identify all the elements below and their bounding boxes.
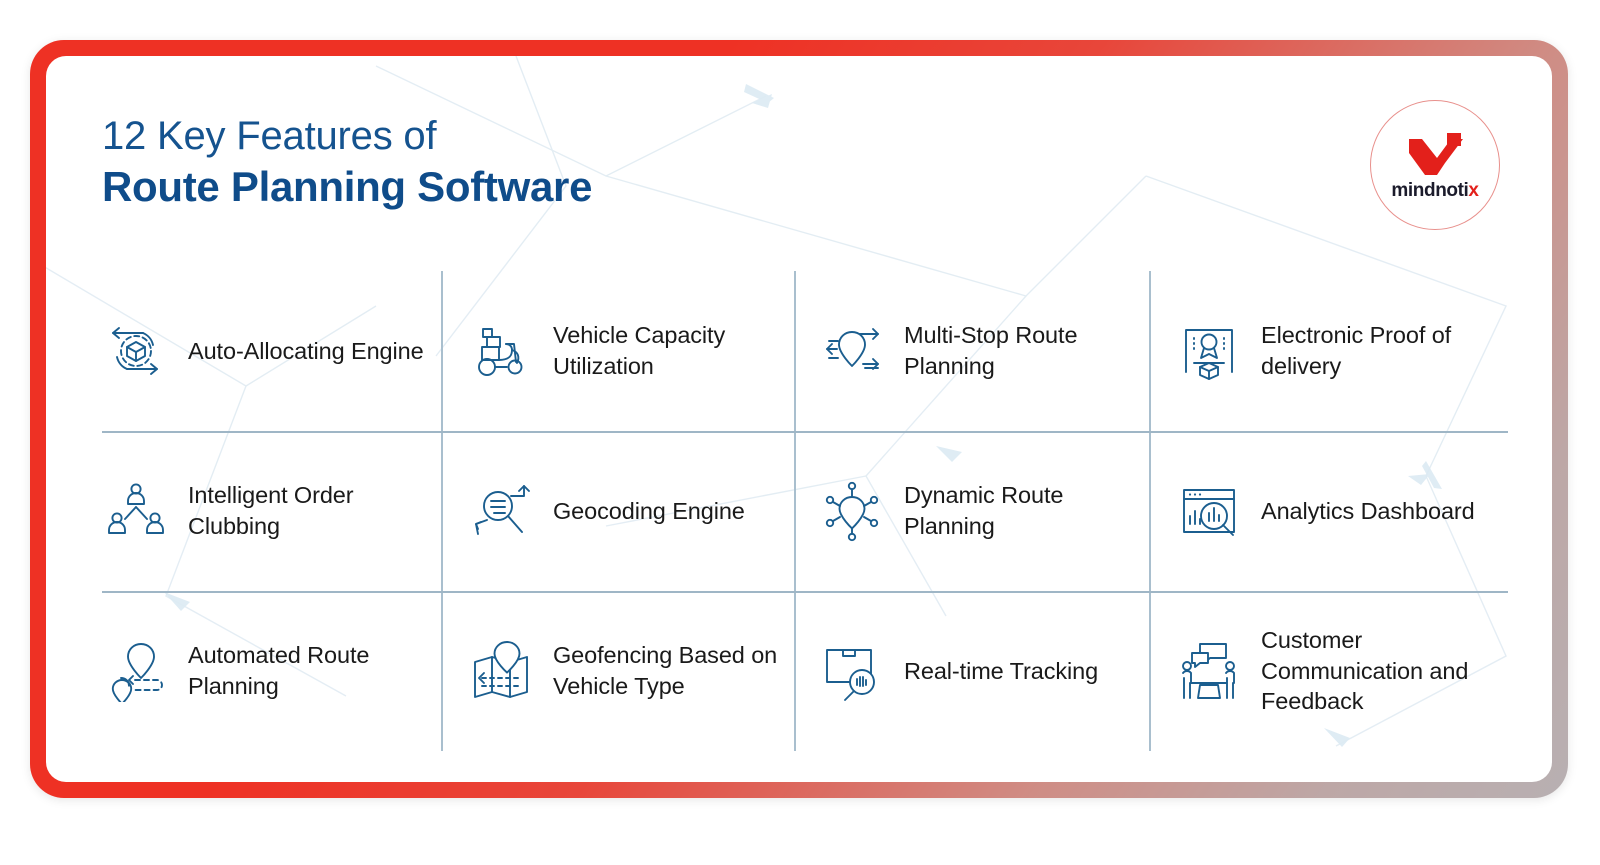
feature-item-vehicle-capacity-utilization[interactable]: Vehicle Capacity Utilization [441,271,794,431]
infographic-root: 12 Key Features of Route Planning Softwa… [0,0,1600,865]
feature-item-multi-stop-route-planning[interactable]: Multi-Stop Route Planning [794,271,1149,431]
two-pins-dashed-path-icon [102,637,170,705]
feature-item-customer-communication-and-feedback[interactable]: Customer Communication and Feedback [1149,591,1508,751]
feature-item-intelligent-order-clubbing[interactable]: Intelligent Order Clubbing [102,431,441,591]
feature-label: Intelligent Order Clubbing [188,482,354,539]
gear-box-arrows-icon [102,317,170,385]
people-speech-bubbles-icon [1175,637,1243,705]
feature-label: Geofencing Based on Vehicle Type [553,642,778,699]
feature-item-automated-route-planning[interactable]: Automated Route Planning [102,591,441,751]
folded-map-pin-icon [467,637,535,705]
title-line-secondary: Route Planning Software [102,162,593,210]
magnifier-arrows-icon [467,477,535,545]
feature-label: Multi-Stop Route Planning [904,322,1078,379]
feature-label: Electronic Proof of delivery [1261,322,1452,379]
feature-item-geocoding-engine[interactable]: Geocoding Engine [441,431,794,591]
infographic-canvas: 12 Key Features of Route Planning Softwa… [46,56,1552,782]
map-pin-arrows-icon [818,317,886,385]
feature-item-dynamic-route-planning[interactable]: Dynamic Route Planning [794,431,1149,591]
title-line-primary: 12 Key Features of [102,114,437,158]
feature-label: Geocoding Engine [553,497,745,524]
feature-item-real-time-tracking[interactable]: Real-time Tracking [794,591,1149,751]
feature-label: Dynamic Route Planning [904,482,1064,539]
delivery-scooter-icon [467,317,535,385]
feature-label: Customer Communication and Feedback [1261,627,1469,715]
dashboard-chart-magnifier-icon [1175,477,1243,545]
feature-item-analytics-dashboard[interactable]: Analytics Dashboard [1149,431,1508,591]
people-hierarchy-icon [102,477,170,545]
feature-item-electronic-proof-of-delivery[interactable]: Electronic Proof of delivery [1149,271,1508,431]
brand-logo[interactable]: mindnoti x [1370,100,1500,230]
x-logo-icon [1409,132,1463,175]
pin-network-nodes-icon [818,477,886,545]
feature-label: Vehicle Capacity Utilization [553,322,726,379]
certificate-package-icon [1175,317,1243,385]
brand-wordmark-main: mindnoti [1391,179,1469,201]
feature-label: Automated Route Planning [188,642,370,699]
brand-wordmark: mindnoti x [1391,179,1479,201]
package-magnifier-signal-icon [818,637,886,705]
feature-item-auto-allocating-engine[interactable]: Auto-Allocating Engine [102,271,441,431]
page-title: 12 Key Features of Route Planning Softwa… [102,112,592,212]
feature-label: Real-time Tracking [904,657,1099,684]
feature-item-geofencing-based-on-vehicle-type[interactable]: Geofencing Based on Vehicle Type [441,591,794,751]
brand-wordmark-accent: x [1468,179,1479,201]
features-grid: Auto-Allocating Engine Vehicle Capacity … [102,271,1508,751]
decorative-gradient-frame: 12 Key Features of Route Planning Softwa… [30,40,1568,798]
feature-label: Auto-Allocating Engine [188,337,424,364]
feature-label: Analytics Dashboard [1261,497,1475,524]
